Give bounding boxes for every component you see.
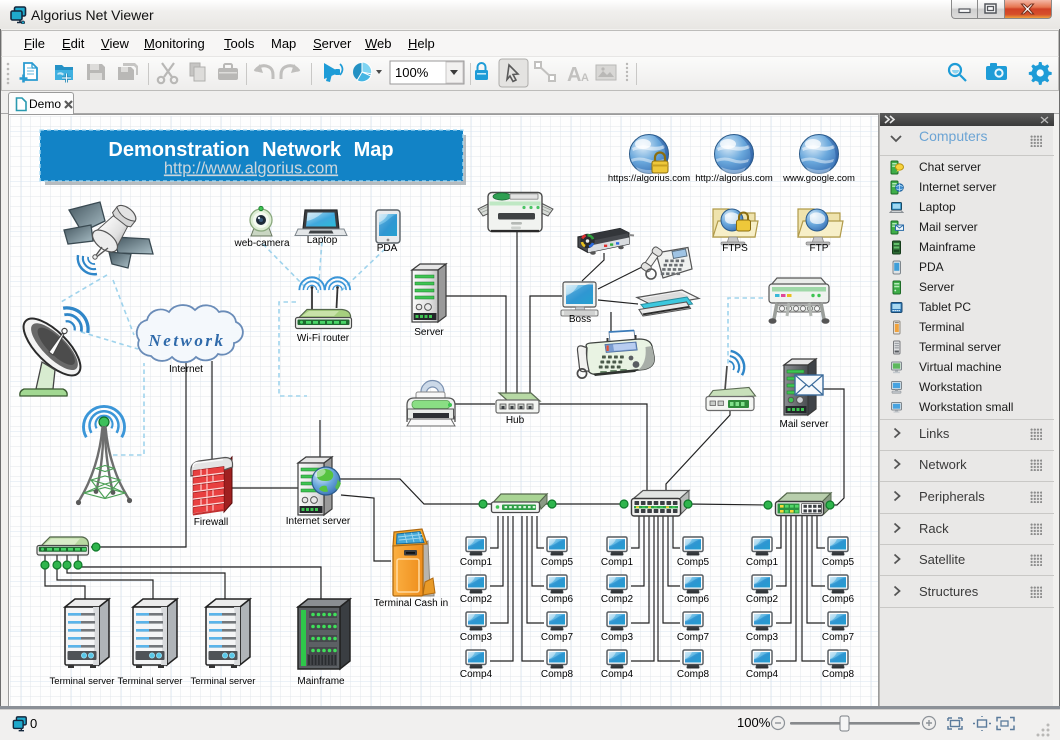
svg-text:Comp6: Comp6 [677, 594, 710, 605]
svg-text:Comp6: Comp6 [822, 594, 855, 605]
svg-text:Comp1: Comp1 [746, 557, 779, 568]
svg-text:https://algorius.com: https://algorius.com [608, 173, 690, 184]
svg-text:Comp3: Comp3 [460, 632, 493, 643]
svg-text:Internet server: Internet server [286, 516, 351, 527]
svg-text:Comp5: Comp5 [677, 557, 710, 568]
svg-text:Comp7: Comp7 [822, 632, 855, 643]
svg-text:http://www.algorius.com: http://www.algorius.com [164, 160, 338, 178]
svg-text:Comp4: Comp4 [746, 669, 779, 680]
svg-text:Comp4: Comp4 [460, 669, 493, 680]
svg-text:Comp5: Comp5 [541, 557, 574, 568]
svg-text:Laptop: Laptop [307, 235, 338, 246]
svg-text:Comp7: Comp7 [541, 632, 574, 643]
svg-text:Terminal Cash in: Terminal Cash in [374, 598, 448, 609]
svg-text:http://algorius.com: http://algorius.com [695, 173, 773, 184]
svg-text:Comp1: Comp1 [460, 557, 493, 568]
svg-text:web-camera: web-camera [233, 238, 289, 249]
svg-text:Mail server: Mail server [780, 419, 830, 430]
svg-text:Comp1: Comp1 [601, 557, 634, 568]
svg-text:Hub: Hub [506, 415, 525, 426]
svg-text:Boss: Boss [569, 314, 591, 325]
svg-text:Comp8: Comp8 [677, 669, 710, 680]
svg-text:A: A [567, 64, 581, 86]
svg-text:FTP: FTP [810, 243, 829, 254]
svg-text:Wi-Fi router: Wi-Fi router [297, 333, 350, 344]
svg-text:Comp7: Comp7 [677, 632, 710, 643]
svg-text:FTPS: FTPS [722, 243, 748, 254]
svg-text:100%: 100% [395, 65, 429, 80]
svg-text:Internet: Internet [169, 364, 203, 375]
svg-text:Terminal server: Terminal server [191, 676, 256, 687]
svg-text:Server: Server [414, 327, 444, 338]
svg-text:Mainframe: Mainframe [297, 676, 345, 687]
svg-text:Comp6: Comp6 [541, 594, 574, 605]
svg-text:Comp2: Comp2 [460, 594, 493, 605]
svg-text:Firewall: Firewall [194, 517, 228, 528]
svg-text:PDA: PDA [377, 243, 398, 254]
svg-text:A: A [581, 72, 589, 84]
svg-text:Terminal server: Terminal server [118, 676, 183, 687]
svg-text:Comp2: Comp2 [601, 594, 634, 605]
svg-text:Comp2: Comp2 [746, 594, 779, 605]
svg-text:Comp3: Comp3 [746, 632, 779, 643]
svg-text:Terminal server: Terminal server [50, 676, 115, 687]
svg-text:Comp5: Comp5 [822, 557, 855, 568]
svg-text:Comp8: Comp8 [541, 669, 574, 680]
svg-text:Comp3: Comp3 [601, 632, 634, 643]
svg-text:Comp8: Comp8 [822, 669, 855, 680]
svg-text:www.google.com: www.google.com [782, 173, 855, 184]
svg-text:Demonstration Network Map: Demonstration Network Map [108, 139, 393, 161]
svg-text:Comp4: Comp4 [601, 669, 634, 680]
svg-text:Network: Network [148, 331, 226, 350]
